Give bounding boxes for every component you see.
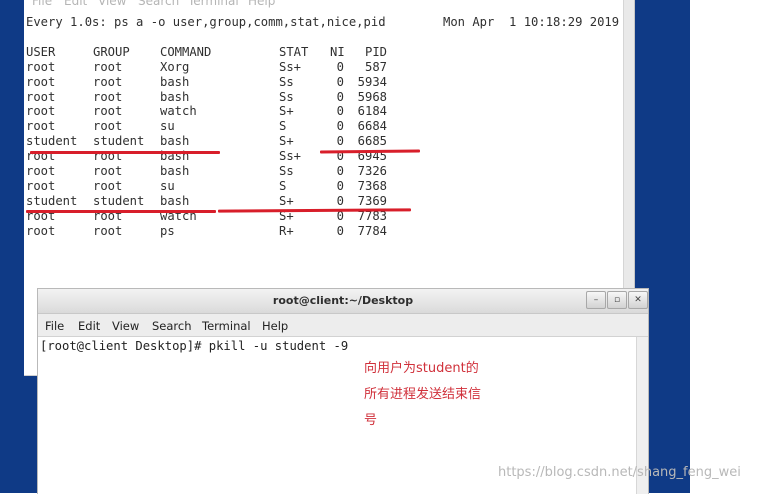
close-icon[interactable]: ✕ bbox=[628, 291, 648, 309]
cell-nice: 0 bbox=[336, 193, 344, 208]
watch-terminal-menubar: File Edit View Search Terminal Help bbox=[24, 0, 634, 8]
cell-nice: 0 bbox=[336, 59, 344, 74]
menu-edit[interactable]: Edit bbox=[64, 0, 87, 8]
cell-command: bash bbox=[160, 89, 190, 104]
cell-pid: 7369 bbox=[357, 193, 387, 208]
highlight-underline-6685-right bbox=[319, 149, 421, 154]
cell-stat: Ss bbox=[279, 164, 294, 178]
cell-stat: Ss+ bbox=[279, 149, 302, 164]
column-header-stat: STAT bbox=[279, 44, 309, 59]
window-controls: – ▫ ✕ bbox=[585, 291, 648, 309]
cell-group: root bbox=[93, 119, 123, 134]
cell-user: root bbox=[26, 59, 56, 74]
cell-stat: Ss bbox=[279, 89, 294, 104]
title-bar[interactable]: root@client:~/Desktop – ▫ ✕ bbox=[38, 289, 648, 314]
cell-stat: S+ bbox=[279, 193, 294, 208]
cell-command: su bbox=[160, 178, 175, 193]
cell-nice: 0 bbox=[336, 164, 344, 178]
cell-pid: 6684 bbox=[357, 119, 387, 134]
cell-user: root bbox=[26, 119, 56, 134]
menu-file[interactable]: File bbox=[32, 0, 52, 8]
cell-user: root bbox=[26, 89, 56, 104]
menu-file[interactable]: File bbox=[45, 319, 64, 333]
cell-command: bash bbox=[160, 164, 190, 178]
menu-help[interactable]: Help bbox=[248, 0, 275, 8]
cell-group: root bbox=[93, 223, 123, 238]
menu-edit[interactable]: Edit bbox=[78, 319, 100, 333]
column-header-nice: NI bbox=[330, 44, 345, 59]
cell-pid: 5968 bbox=[357, 89, 387, 104]
cell-user: root bbox=[26, 178, 56, 193]
cell-group: student bbox=[93, 193, 145, 208]
cell-group: root bbox=[93, 59, 123, 74]
menu-terminal[interactable]: Terminal bbox=[188, 0, 239, 8]
command-prompt: [root@client Desktop]# pkill -u student … bbox=[40, 339, 349, 353]
page-margin bbox=[690, 0, 769, 493]
maximize-icon[interactable]: ▫ bbox=[607, 291, 627, 309]
cell-stat: Ss+ bbox=[279, 59, 302, 74]
cell-nice: 0 bbox=[336, 178, 344, 193]
minimize-icon[interactable]: – bbox=[586, 291, 606, 309]
root-terminal-menubar: File Edit View Search Terminal Help bbox=[38, 314, 648, 337]
menu-view[interactable]: View bbox=[112, 319, 139, 333]
cell-nice: 0 bbox=[336, 74, 344, 89]
column-header-user: USER bbox=[26, 44, 56, 59]
cell-pid: 6685 bbox=[357, 134, 387, 149]
menu-search[interactable]: Search bbox=[138, 0, 179, 8]
cell-group: root bbox=[93, 164, 123, 178]
cell-nice: 0 bbox=[336, 119, 344, 134]
annotation-line-3: 号 bbox=[364, 413, 378, 428]
cell-group: student bbox=[93, 134, 145, 149]
cell-command: bash bbox=[160, 134, 190, 149]
cell-stat: S+ bbox=[279, 134, 294, 149]
cell-nice: 0 bbox=[336, 134, 344, 149]
cell-stat: S+ bbox=[279, 104, 294, 119]
column-header-command: COMMAND bbox=[160, 44, 212, 59]
cell-command: bash bbox=[160, 74, 190, 89]
highlight-underline-6685 bbox=[30, 151, 220, 154]
cell-nice: 0 bbox=[336, 223, 344, 238]
annotation-line-2: 所有进程发送结束信 bbox=[364, 387, 482, 402]
cell-user: student bbox=[26, 193, 78, 208]
cell-command: watch bbox=[160, 104, 197, 119]
cell-pid: 7326 bbox=[357, 164, 387, 178]
cell-group: root bbox=[93, 104, 123, 119]
column-header-group: GROUP bbox=[93, 44, 130, 59]
menu-search[interactable]: Search bbox=[152, 319, 192, 333]
cell-command: bash bbox=[160, 193, 190, 208]
cell-group: root bbox=[93, 89, 123, 104]
cell-user: root bbox=[26, 74, 56, 89]
menu-terminal[interactable]: Terminal bbox=[202, 319, 251, 333]
cell-stat: R+ bbox=[279, 223, 294, 238]
cell-stat: Ss bbox=[279, 74, 294, 89]
cell-command: Xorg bbox=[160, 59, 190, 74]
watch-timestamp: Mon Apr 1 10:18:29 2019 bbox=[443, 15, 620, 29]
cell-group: root bbox=[93, 74, 123, 89]
cell-pid: 7784 bbox=[357, 223, 387, 238]
cell-user: student bbox=[26, 134, 78, 149]
cell-nice: 0 bbox=[336, 89, 344, 104]
cell-pid: 5934 bbox=[357, 74, 387, 89]
menu-help[interactable]: Help bbox=[262, 319, 288, 333]
cell-command: su bbox=[160, 119, 175, 134]
cell-user: root bbox=[26, 164, 56, 178]
watermark: https://blog.csdn.net/shang_feng_wei bbox=[498, 465, 741, 480]
watch-command-header: Every 1.0s: ps a -o user,group,comm,stat… bbox=[26, 15, 386, 29]
annotation-line-1: 向用户为student的 bbox=[364, 361, 479, 376]
cell-pid: 7368 bbox=[357, 178, 387, 193]
highlight-underline-7369 bbox=[26, 210, 216, 213]
cell-command: ps bbox=[160, 223, 175, 238]
cell-user: root bbox=[26, 104, 56, 119]
menu-view[interactable]: View bbox=[98, 0, 126, 8]
cell-pid: 6184 bbox=[357, 104, 387, 119]
cell-stat: S bbox=[279, 178, 287, 193]
cell-pid: 587 bbox=[364, 59, 387, 74]
cell-nice: 0 bbox=[336, 104, 344, 119]
column-header-pid: PID bbox=[364, 44, 387, 59]
cell-user: root bbox=[26, 223, 56, 238]
cell-stat: S bbox=[279, 119, 287, 134]
window-title: root@client:~/Desktop bbox=[272, 294, 414, 307]
cell-group: root bbox=[93, 178, 123, 193]
root-terminal-window: root@client:~/Desktop – ▫ ✕ File Edit Vi… bbox=[37, 288, 649, 494]
